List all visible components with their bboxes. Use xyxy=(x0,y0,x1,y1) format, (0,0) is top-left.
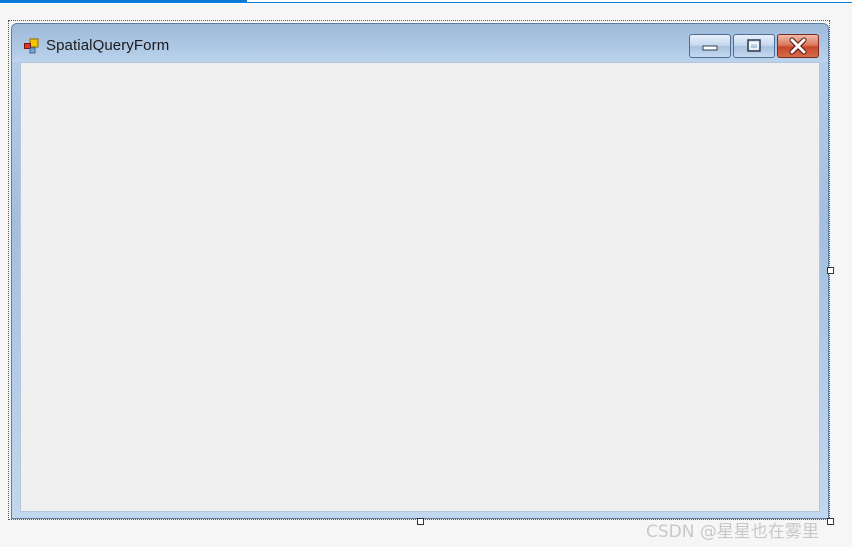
form-client-area[interactable] xyxy=(20,62,820,512)
minimize-icon xyxy=(702,45,718,51)
form-title: SpatialQueryForm xyxy=(46,37,170,54)
minimize-button[interactable] xyxy=(689,34,731,58)
resize-handle-right[interactable] xyxy=(827,267,834,274)
tab-strip-underline xyxy=(247,2,852,3)
active-tab-indicator[interactable] xyxy=(0,0,247,3)
close-button[interactable] xyxy=(777,34,819,58)
maximize-button[interactable] xyxy=(733,34,775,58)
designer-surface: SpatialQueryForm CSDN @星星也在雾里 xyxy=(0,0,852,547)
resize-handle-bottom-right[interactable] xyxy=(827,518,834,525)
watermark-text: CSDN @星星也在雾里 xyxy=(646,522,819,542)
form-window[interactable]: SpatialQueryForm xyxy=(11,23,829,519)
close-icon xyxy=(789,37,807,55)
maximize-icon xyxy=(747,39,761,52)
winforms-app-icon xyxy=(24,38,39,54)
title-bar[interactable]: SpatialQueryForm xyxy=(12,24,828,62)
resize-handle-bottom[interactable] xyxy=(417,518,424,525)
